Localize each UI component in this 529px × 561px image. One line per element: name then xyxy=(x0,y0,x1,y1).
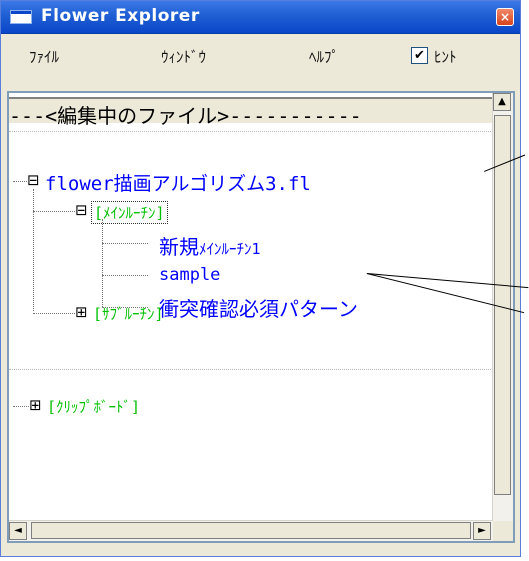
menu-window[interactable]: ｳｨﾝﾄﾞｳ xyxy=(161,46,206,67)
expand-sub-routine-icon[interactable]: ⊞ xyxy=(75,305,88,320)
tree-connector xyxy=(102,243,148,244)
tree-connector xyxy=(13,181,27,182)
tree-node-collision-check-pattern[interactable]: 衝突確認必須パターン xyxy=(159,293,358,322)
collapse-file-icon[interactable]: ⊟ xyxy=(27,173,40,188)
tree-node-sub-routine[interactable]: [ｻﾌﾞﾙｰﾁﾝ] xyxy=(93,303,164,324)
scroll-up-button[interactable]: ▲ xyxy=(493,93,511,111)
collapse-main-routine-icon[interactable]: ⊟ xyxy=(75,203,88,218)
menu-file[interactable]: ﾌｧｲﾙ xyxy=(29,46,59,67)
hint-checkbox[interactable]: ✔ xyxy=(411,47,428,64)
window-title: Flower Explorer xyxy=(41,6,200,26)
node-label-suffix: ﾒｲﾝﾙｰﾁﾝ1 xyxy=(199,240,261,258)
node-label-prefix: 新規 xyxy=(159,235,199,259)
tree-connector xyxy=(33,189,34,311)
app-window-icon xyxy=(10,10,32,24)
tree-connector xyxy=(102,219,103,307)
tree-connector xyxy=(33,211,75,212)
tree-connector xyxy=(13,406,29,407)
scroll-left-button[interactable]: ◄ xyxy=(9,522,27,540)
close-button[interactable]: × xyxy=(496,8,514,26)
separator-bottom xyxy=(9,369,493,370)
horizontal-scrollbar[interactable]: ◄ ► xyxy=(9,520,493,541)
flower-explorer-window: Flower Explorer × ﾌｧｲﾙ ｳｨﾝﾄﾞｳ ﾍﾙﾌﾟ ✔ ﾋﾝﾄ… xyxy=(0,0,529,557)
editing-files-header: ---<編集中のファイル>----------- xyxy=(9,97,493,128)
separator-top xyxy=(9,131,493,132)
scrollbar-corner xyxy=(493,521,513,541)
tree-node-clipboard[interactable]: [ｸﾘｯﾌﾟﾎﾞｰﾄﾞ] xyxy=(47,396,140,417)
tree-node-new-main-routine-1[interactable]: 新規ﾒｲﾝﾙｰﾁﾝ1 xyxy=(159,231,261,260)
menu-bar: ﾌｧｲﾙ ｳｨﾝﾄﾞｳ ﾍﾙﾌﾟ ✔ ﾋﾝﾄ xyxy=(1,34,520,76)
expand-clipboard-icon[interactable]: ⊞ xyxy=(29,398,42,413)
title-bar[interactable]: Flower Explorer × xyxy=(1,1,520,34)
menu-help[interactable]: ﾍﾙﾌﾟ xyxy=(309,46,339,67)
tree-connector xyxy=(102,275,148,276)
tree-node-sample[interactable]: sample xyxy=(159,265,220,285)
tree-connector xyxy=(33,313,75,314)
tree-node-file[interactable]: flower描画アルゴリズム3.fl xyxy=(45,169,311,196)
hint-label[interactable]: ﾋﾝﾄ xyxy=(434,46,457,67)
file-tree-pane[interactable]: ---<編集中のファイル>----------- ⊟ flower描画アルゴリズ… xyxy=(7,91,515,543)
scroll-right-button[interactable]: ► xyxy=(473,522,491,540)
horizontal-scroll-thumb[interactable] xyxy=(31,522,471,539)
editing-files-header-text: ---<編集中のファイル>----------- xyxy=(9,104,362,128)
